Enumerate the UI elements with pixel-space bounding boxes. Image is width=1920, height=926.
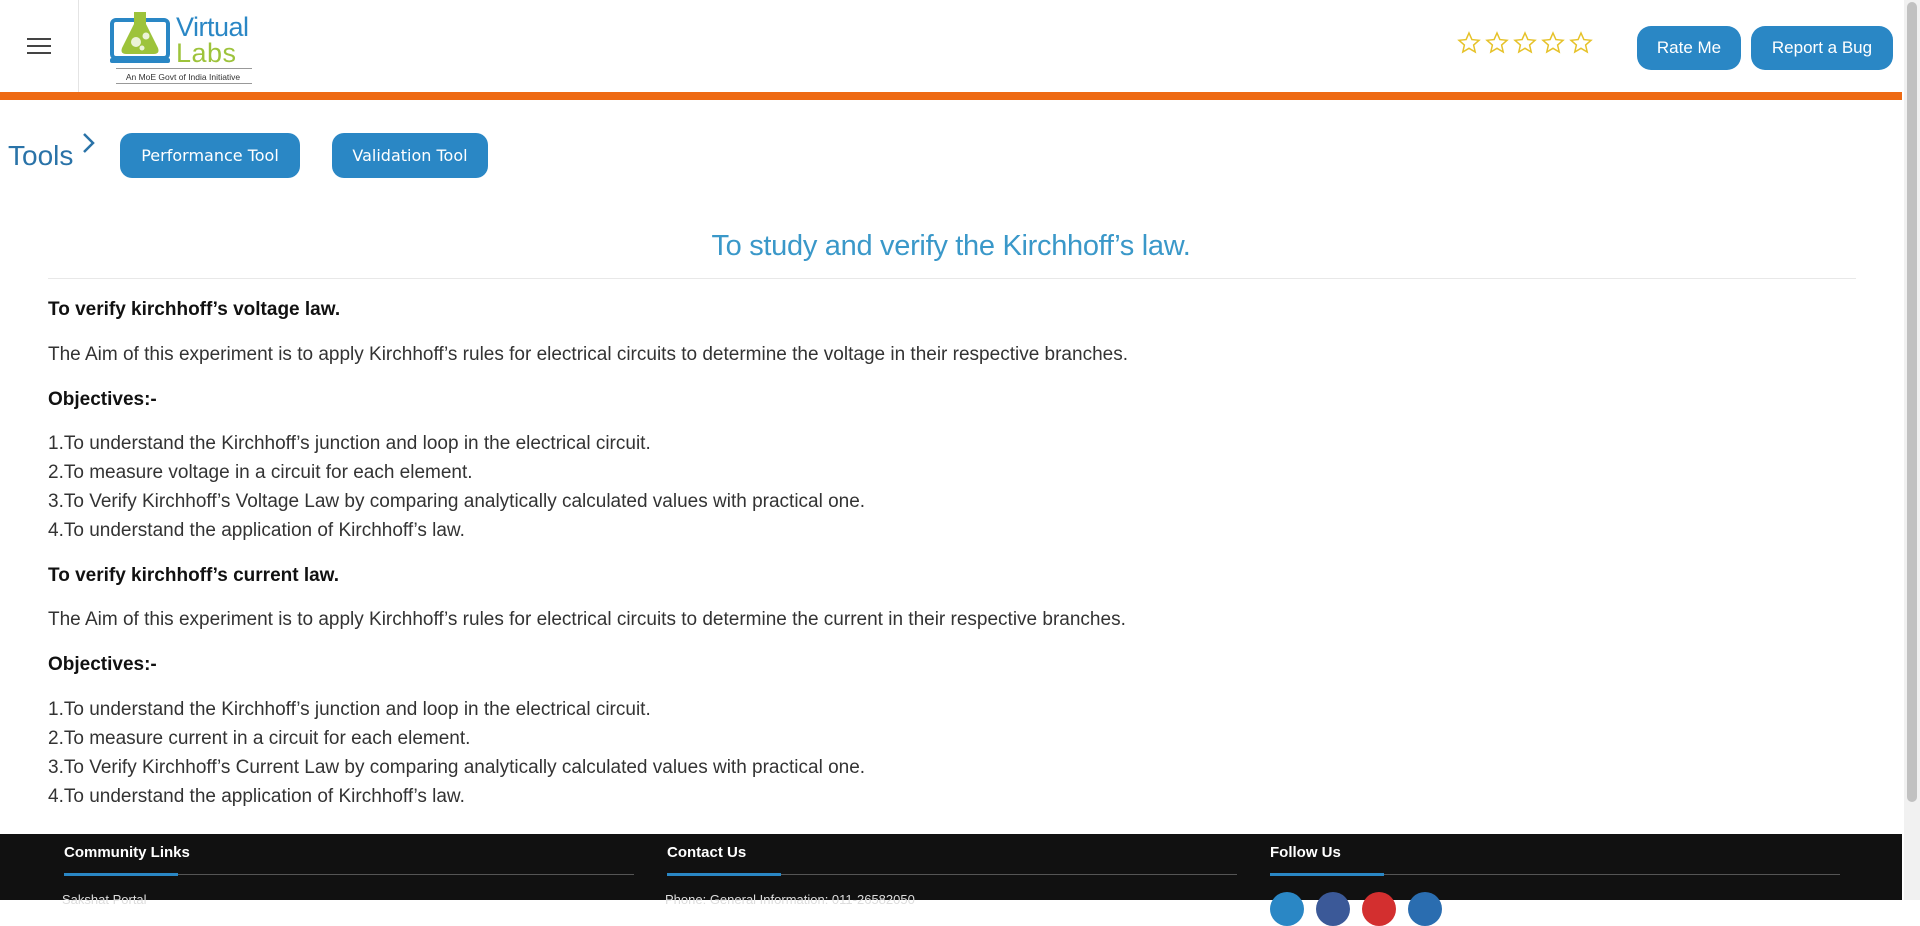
list-item: 2.To measure current in a circuit for ea… — [48, 728, 471, 749]
list-item: 4.To understand the application of Kirch… — [48, 786, 465, 807]
rate-me-button[interactable]: Rate Me — [1637, 26, 1741, 70]
footer-accent-line — [667, 873, 781, 876]
list-item: 3.To Verify Kirchhoff’s Current Law by c… — [48, 757, 866, 778]
title-divider — [48, 278, 1856, 279]
linkedin-icon[interactable] — [1408, 892, 1442, 926]
performance-tool-button[interactable]: Performance Tool — [120, 133, 300, 178]
scrollbar-thumb[interactable] — [1907, 2, 1917, 802]
menu-icon — [27, 38, 51, 54]
header-accent-bar — [0, 92, 1902, 100]
list-item: 2.To measure voltage in a circuit for ea… — [48, 462, 473, 483]
footer-community-heading: Community Links — [64, 844, 190, 861]
footer-accent-line — [64, 873, 178, 876]
star-icon[interactable] — [1541, 31, 1565, 55]
voltage-objectives-list: 1.To understand the Kirchhoff’s junction… — [48, 429, 865, 545]
star-rating — [1457, 31, 1593, 55]
validation-tool-button[interactable]: Validation Tool — [332, 133, 488, 178]
current-objectives-heading: Objectives:- — [48, 654, 157, 675]
flask-monitor-icon — [110, 12, 170, 63]
page-title: To study and verify the Kirchhoff’s law. — [711, 230, 1191, 262]
footer-follow-heading: Follow Us — [1270, 844, 1341, 861]
virtual-labs-logo[interactable]: Virtual Labs An MoE Govt of India Initia… — [110, 8, 256, 84]
list-item: 4.To understand the application of Kirch… — [48, 520, 465, 541]
list-item: 3.To Verify Kirchhoff’s Voltage Law by c… — [48, 491, 866, 512]
footer-community-column: Community Links Sakshat Portal — [62, 834, 634, 907]
logo-divider — [116, 68, 252, 69]
current-aim-text: The Aim of this experiment is to apply K… — [48, 609, 1126, 630]
site-header: Virtual Labs An MoE Govt of India Initia… — [0, 0, 1902, 92]
footer-accent-line — [1270, 873, 1384, 876]
youtube-icon[interactable] — [1362, 892, 1396, 926]
list-item: 1.To understand the Kirchhoff’s junction… — [48, 433, 651, 454]
list-item: 1.To understand the Kirchhoff’s junction… — [48, 699, 651, 720]
footer-contact-heading: Contact Us — [667, 844, 747, 861]
footer-follow-column: Follow Us — [1270, 834, 1840, 926]
star-icon[interactable] — [1457, 31, 1481, 55]
report-bug-button[interactable]: Report a Bug — [1751, 26, 1893, 70]
star-icon[interactable] — [1569, 31, 1593, 55]
hamburger-menu-button[interactable] — [0, 0, 79, 92]
site-footer: Community Links Sakshat Portal Contact U… — [0, 834, 1902, 926]
twitter-icon[interactable] — [1270, 892, 1304, 926]
current-law-heading: To verify kirchhoff’s current law. — [48, 565, 340, 586]
current-objectives-list: 1.To understand the Kirchhoff’s junction… — [48, 695, 865, 811]
facebook-icon[interactable] — [1316, 892, 1350, 926]
star-icon[interactable] — [1485, 31, 1509, 55]
voltage-aim-text: The Aim of this experiment is to apply K… — [48, 344, 1128, 365]
logo-tagline: An MoE Govt of India Initiative — [125, 72, 241, 82]
star-icon[interactable] — [1513, 31, 1537, 55]
chevron-right-icon — [83, 133, 95, 153]
voltage-law-heading: To verify kirchhoff’s voltage law. — [48, 299, 341, 320]
logo-divider-bottom — [116, 83, 252, 84]
tools-label: Tools — [8, 140, 74, 171]
logo-word-labs: Labs — [176, 38, 237, 68]
footer-contact-column: Contact Us Phone: General Information: 0… — [665, 834, 1237, 907]
voltage-objectives-heading: Objectives:- — [48, 389, 157, 410]
